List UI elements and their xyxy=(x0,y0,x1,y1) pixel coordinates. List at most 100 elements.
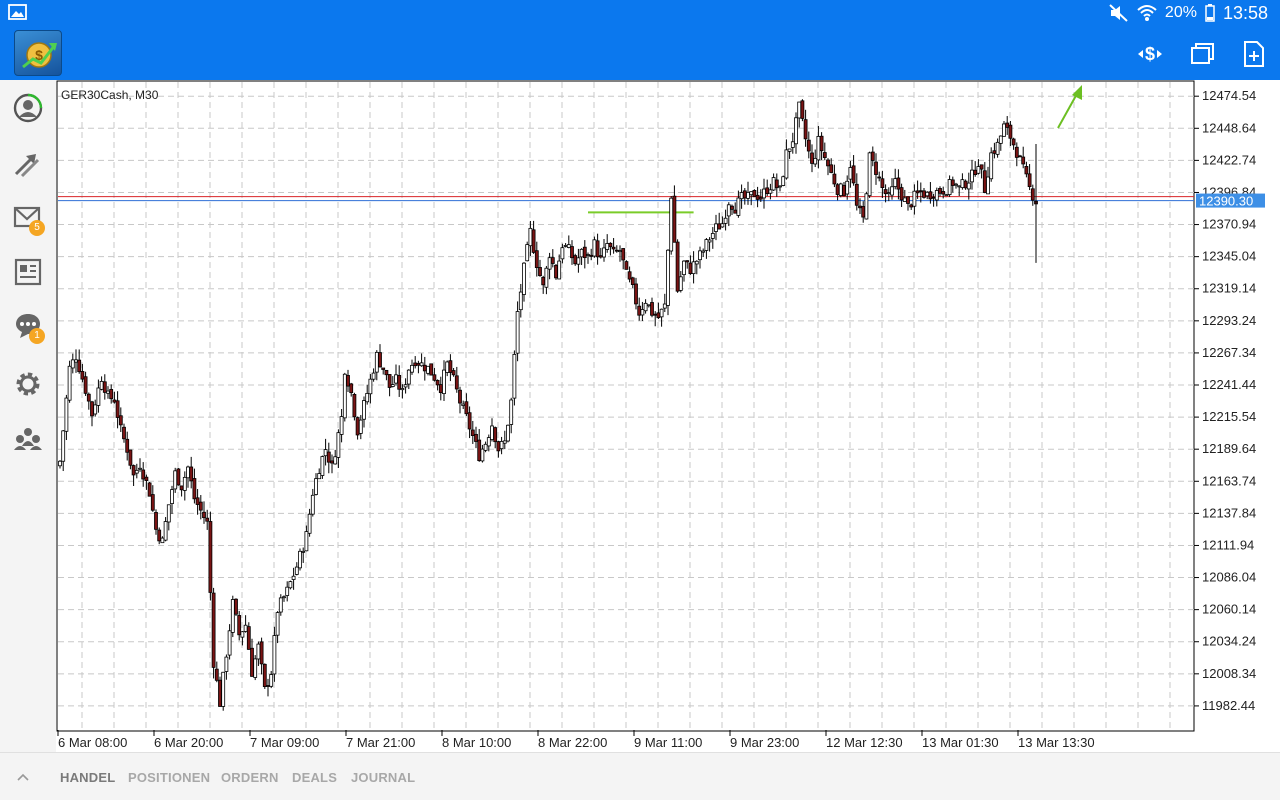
candle-body xyxy=(621,248,626,261)
candle-body xyxy=(282,596,286,599)
candle-body xyxy=(774,179,779,189)
candle-body xyxy=(643,302,648,312)
price-chart[interactable]: 12474.54 12448.64 12422.74 12396.84 12370.94… xyxy=(56,80,1280,752)
candle-body xyxy=(509,399,514,425)
candle-body xyxy=(963,180,968,189)
tab-journal[interactable]: JOURNAL xyxy=(351,770,415,785)
candle-body xyxy=(816,136,821,161)
candle-body xyxy=(954,183,958,186)
candle-body xyxy=(1021,156,1026,165)
candle-body xyxy=(733,209,738,214)
candle-body xyxy=(541,276,546,286)
candle-body xyxy=(717,223,722,230)
price-tick-label: 12422.74 xyxy=(1202,152,1256,167)
metatrader-logo-icon[interactable]: $ xyxy=(14,30,62,76)
candle-body xyxy=(925,191,930,197)
candle-body xyxy=(848,167,853,180)
candle-body xyxy=(986,176,990,195)
candle-body xyxy=(538,267,542,277)
candle-body xyxy=(688,262,693,274)
settings-gear-icon[interactable] xyxy=(12,368,44,400)
candle-body xyxy=(272,635,277,675)
candle-body xyxy=(403,384,408,388)
candles xyxy=(58,99,1038,711)
candle-body xyxy=(224,656,229,672)
candle-body xyxy=(880,178,885,189)
tab-ordern[interactable]: ORDERN xyxy=(221,770,279,785)
candle-body xyxy=(637,305,642,316)
candle-body xyxy=(989,152,994,180)
sidebar: 5 1 xyxy=(0,80,56,752)
candle-body xyxy=(349,383,354,394)
price-tick-label: 12163.74 xyxy=(1202,473,1256,488)
candle-body xyxy=(371,372,376,380)
app-bar: $ $ xyxy=(0,26,1280,80)
candle-body xyxy=(803,119,808,140)
trade-arrows-icon[interactable] xyxy=(12,148,44,180)
new-order-icon[interactable] xyxy=(1240,40,1268,68)
candle-body xyxy=(144,476,149,482)
candle-body xyxy=(134,469,139,474)
price-tick-label: 12370.94 xyxy=(1202,217,1256,232)
candle-body xyxy=(438,384,443,394)
candle-body xyxy=(198,501,203,511)
candle-body xyxy=(246,626,251,650)
time-tick-label: 8 Mar 22:00 xyxy=(538,735,607,750)
candle-body xyxy=(285,586,290,596)
clock: 13:58 xyxy=(1222,2,1268,23)
tab-positionen[interactable]: POSITIONEN xyxy=(128,770,210,785)
candle-body xyxy=(80,371,85,380)
candle-body xyxy=(192,478,197,500)
candle-body xyxy=(154,512,158,530)
candle-body xyxy=(570,246,574,259)
tab-deals[interactable]: DEALS xyxy=(292,770,337,785)
candle-body xyxy=(646,304,651,307)
time-tick-label: 9 Mar 23:00 xyxy=(730,735,799,750)
candle-body xyxy=(877,176,882,179)
candle-body xyxy=(461,403,466,406)
candle-body xyxy=(432,374,437,381)
candle-body xyxy=(595,240,600,258)
windows-icon[interactable] xyxy=(1188,40,1216,68)
candle-body xyxy=(506,424,510,442)
mail-badge: 5 xyxy=(29,220,45,236)
candle-body xyxy=(598,255,603,258)
candle-body xyxy=(701,250,706,253)
candle-body xyxy=(400,388,405,391)
candle-body xyxy=(150,494,155,511)
candle-body xyxy=(336,432,341,458)
candle-body xyxy=(342,373,347,419)
candle-body xyxy=(739,192,744,200)
news-icon[interactable] xyxy=(12,256,44,288)
candle-body xyxy=(582,246,587,259)
candle-body xyxy=(442,369,446,394)
candle-body xyxy=(467,412,472,430)
chevron-up-icon[interactable] xyxy=(16,770,30,784)
candle-body xyxy=(163,521,168,541)
candle-body xyxy=(64,397,69,432)
candle-body xyxy=(902,197,907,202)
candle-body xyxy=(800,100,805,119)
candle-body xyxy=(784,149,789,179)
candle-body xyxy=(333,456,338,465)
candle-body xyxy=(499,441,504,450)
price-tick-label: 12474.54 xyxy=(1202,88,1256,103)
tab-handel[interactable]: HANDEL xyxy=(60,770,115,785)
community-icon[interactable] xyxy=(12,422,44,454)
chart-canvas[interactable]: 12474.5412448.6412422.7412396.8412370.94… xyxy=(56,80,1280,752)
candle-body xyxy=(726,204,731,217)
candle-body xyxy=(131,465,136,476)
candle-body xyxy=(422,364,427,372)
candle-body xyxy=(230,599,235,633)
candle-body xyxy=(77,359,82,373)
one-click-trading-icon[interactable]: $ xyxy=(1136,40,1164,68)
candle-body xyxy=(83,376,88,394)
candle-body xyxy=(528,227,533,247)
candle-body xyxy=(378,352,382,368)
candle-body xyxy=(339,416,344,435)
candle-body xyxy=(790,141,795,148)
candle-body xyxy=(950,179,955,186)
candle-body xyxy=(374,351,379,373)
candle-body xyxy=(368,378,373,395)
accounts-icon[interactable] xyxy=(12,92,44,124)
